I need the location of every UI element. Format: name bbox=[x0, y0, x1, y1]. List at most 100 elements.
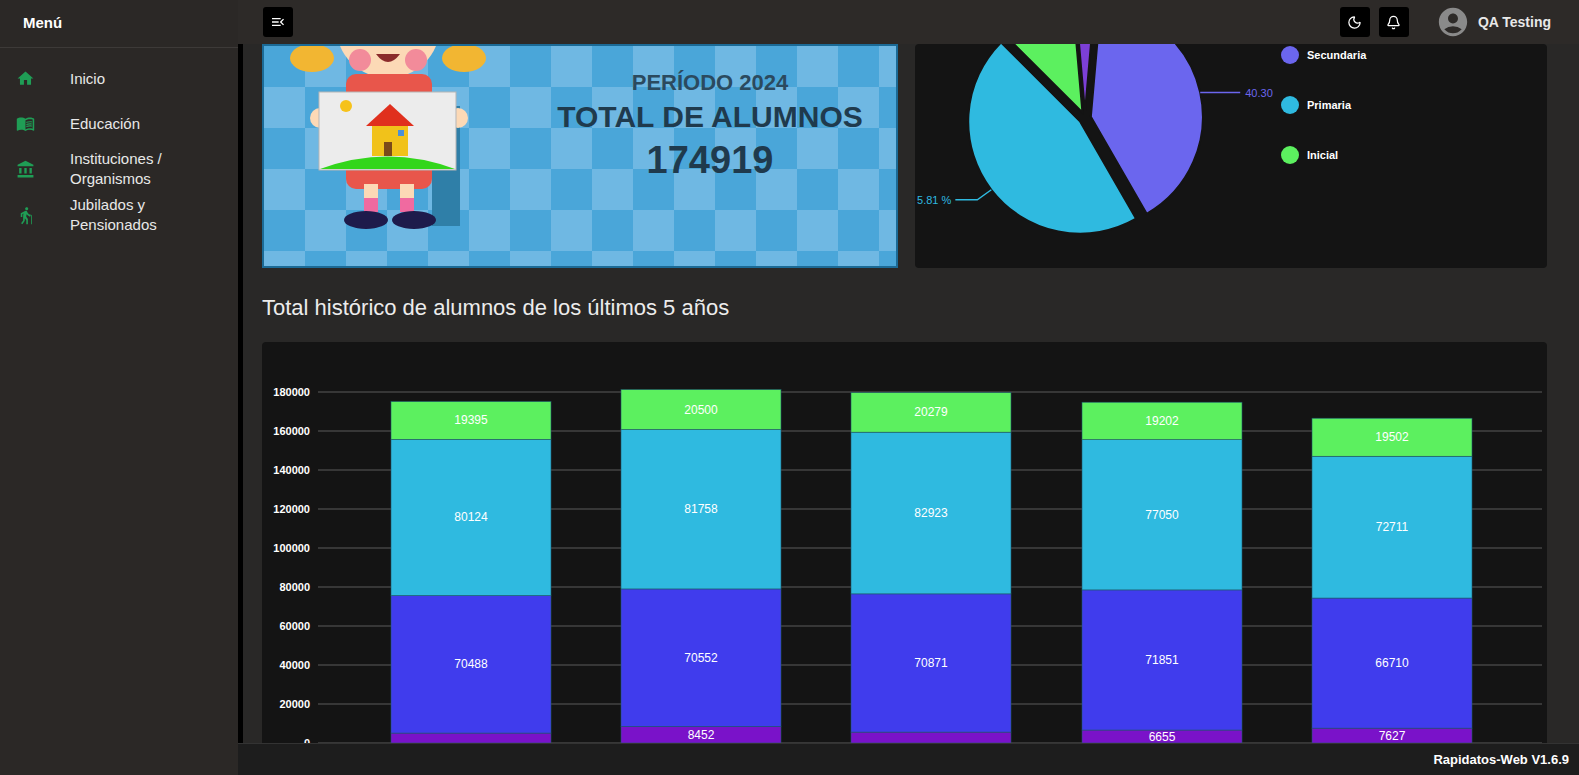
sidebar-item[interactable]: Instituciones / Organismos bbox=[0, 146, 238, 192]
menu-icon bbox=[270, 14, 286, 30]
institution-icon bbox=[16, 160, 35, 179]
pie-label: 5.81 % bbox=[917, 190, 991, 206]
bar-segment[interactable]: 70488 bbox=[391, 596, 551, 733]
total-students-card: PERÍODO 2024TOTAL DE ALUMNOS174919 bbox=[262, 44, 898, 268]
stacked-bar[interactable]: 70871 82923 20279 bbox=[851, 393, 1011, 743]
legend-item[interactable]: Secundaria bbox=[1281, 46, 1366, 64]
svg-text:19202: 19202 bbox=[1145, 414, 1179, 428]
svg-text:180000: 180000 bbox=[273, 386, 310, 398]
svg-text:70488: 70488 bbox=[454, 657, 488, 671]
bar-segment[interactable] bbox=[851, 732, 1011, 743]
svg-text:40000: 40000 bbox=[279, 659, 310, 671]
version-label: Rapidatos-Web V1.6.9 bbox=[1433, 750, 1569, 770]
bar-segment[interactable]: 19502 bbox=[1312, 418, 1472, 456]
sidebar-item[interactable]: Educación bbox=[0, 101, 238, 146]
cartoon-illustration bbox=[264, 46, 524, 268]
svg-text:80000: 80000 bbox=[279, 581, 310, 593]
legend-dot bbox=[1281, 46, 1299, 64]
legend-label: Primaria bbox=[1307, 97, 1351, 114]
pie-label: 40.30 % bbox=[1200, 87, 1275, 99]
bar-segment[interactable]: 20279 bbox=[851, 393, 1011, 433]
svg-text:20279: 20279 bbox=[914, 405, 948, 419]
svg-text:20000: 20000 bbox=[279, 698, 310, 710]
bar-segment[interactable]: 20500 bbox=[621, 390, 781, 430]
pie-legend: Secundaria Primaria Inicial bbox=[1275, 44, 1366, 268]
bar-segment[interactable]: 19202 bbox=[1082, 402, 1242, 439]
app: Menú Inicio Educación Instituciones / Organ… bbox=[0, 0, 1579, 775]
sidebar-menu: Inicio Educación Instituciones / Organismo… bbox=[0, 48, 238, 238]
svg-text:40.30 %: 40.30 % bbox=[1245, 87, 1275, 99]
bar-segment[interactable]: 8452 bbox=[621, 727, 781, 743]
moon-icon bbox=[1347, 15, 1362, 30]
pie-slice[interactable] bbox=[1003, 44, 1082, 113]
svg-text:6655: 6655 bbox=[1149, 730, 1176, 743]
svg-text:8452: 8452 bbox=[688, 728, 715, 742]
legend-item[interactable]: Inicial bbox=[1281, 146, 1366, 164]
total-title: TOTAL DE ALUMNOS bbox=[557, 98, 863, 136]
sidebar-item-label: Jubilados y Pensionados bbox=[70, 195, 228, 235]
legend-dot bbox=[1281, 146, 1299, 164]
pie-chart: 40.30 % 5.81 % bbox=[915, 44, 1275, 266]
sidebar-item-label: Instituciones / Organismos bbox=[70, 149, 228, 189]
svg-text:60000: 60000 bbox=[279, 620, 310, 632]
bar-segment[interactable]: 19395 bbox=[391, 402, 551, 440]
legend-item[interactable]: Primaria bbox=[1281, 96, 1366, 114]
svg-text:72711: 72711 bbox=[1376, 520, 1409, 534]
svg-text:7627: 7627 bbox=[1379, 729, 1406, 743]
total-value: 174919 bbox=[647, 136, 774, 184]
svg-text:5.81 %: 5.81 % bbox=[917, 194, 951, 206]
bar-segment[interactable]: 72711 bbox=[1312, 456, 1472, 598]
svg-text:81758: 81758 bbox=[684, 502, 718, 516]
bar-segment[interactable]: 71851 bbox=[1082, 590, 1242, 730]
sidebar-item-label: Inicio bbox=[70, 69, 105, 89]
sidebar-item[interactable]: Jubilados y Pensionados bbox=[0, 192, 238, 238]
svg-text:120000: 120000 bbox=[273, 503, 310, 515]
bar-segment[interactable]: 66710 bbox=[1312, 598, 1472, 728]
bar-segment[interactable]: 70552 bbox=[621, 589, 781, 727]
svg-text:19395: 19395 bbox=[454, 413, 488, 427]
legend-label: Secundaria bbox=[1307, 47, 1366, 64]
stacked-bar[interactable]: 8452 70552 81758 20500 bbox=[621, 390, 781, 743]
svg-text:71851: 71851 bbox=[1145, 653, 1179, 667]
avatar-icon bbox=[1436, 5, 1470, 39]
period-label: PERÍODO 2024 bbox=[632, 68, 789, 98]
svg-text:66710: 66710 bbox=[1375, 656, 1409, 670]
svg-text:80124: 80124 bbox=[454, 510, 488, 524]
svg-text:20500: 20500 bbox=[684, 403, 718, 417]
topbar: QA Testing bbox=[238, 0, 1579, 44]
sidebar-item[interactable]: Inicio bbox=[0, 56, 238, 101]
svg-text:70871: 70871 bbox=[914, 656, 948, 670]
bar-segment[interactable]: 81758 bbox=[621, 430, 781, 589]
footer: Rapidatos-Web V1.6.9 bbox=[238, 743, 1579, 775]
bar-segment[interactable]: 82923 bbox=[851, 432, 1011, 594]
svg-text:100000: 100000 bbox=[273, 542, 310, 554]
bar-segment[interactable]: 80124 bbox=[391, 439, 551, 595]
history-chart-card: 0200004000060000800001000001200001400001… bbox=[262, 342, 1547, 743]
svg-text:19502: 19502 bbox=[1375, 430, 1409, 444]
sidebar-item-label: Educación bbox=[70, 114, 140, 134]
svg-text:140000: 140000 bbox=[273, 464, 310, 476]
bar-segment[interactable]: 70871 bbox=[851, 594, 1011, 732]
notifications-button[interactable] bbox=[1379, 7, 1409, 37]
stacked-bar[interactable]: 6655 71851 77050 19202 bbox=[1082, 402, 1242, 743]
user-menu[interactable]: QA Testing bbox=[1436, 5, 1551, 39]
history-title: Total histórico de alumnos de los último… bbox=[262, 294, 1547, 322]
bar-segment[interactable] bbox=[391, 733, 551, 743]
menu-toggle-button[interactable] bbox=[263, 7, 293, 37]
svg-text:82923: 82923 bbox=[914, 506, 948, 520]
retired-icon bbox=[16, 206, 35, 225]
svg-text:77050: 77050 bbox=[1145, 508, 1179, 522]
home-icon bbox=[16, 69, 35, 88]
svg-text:70552: 70552 bbox=[684, 651, 718, 665]
theme-button[interactable] bbox=[1340, 7, 1370, 37]
bar-segment[interactable]: 6655 bbox=[1082, 730, 1242, 743]
dashboard-content: PERÍODO 2024TOTAL DE ALUMNOS17491940.30 … bbox=[238, 44, 1579, 743]
stacked-bar[interactable]: 70488 80124 19395 bbox=[391, 402, 551, 743]
education-icon bbox=[16, 114, 35, 133]
bar-segment[interactable]: 7627 bbox=[1312, 728, 1472, 743]
legend-dot bbox=[1281, 96, 1299, 114]
bell-icon bbox=[1386, 15, 1401, 30]
bar-segment[interactable]: 77050 bbox=[1082, 440, 1242, 590]
stacked-bar[interactable]: 7627 66710 72711 19502 bbox=[1312, 418, 1472, 743]
sidebar-title: Menú bbox=[0, 0, 238, 48]
